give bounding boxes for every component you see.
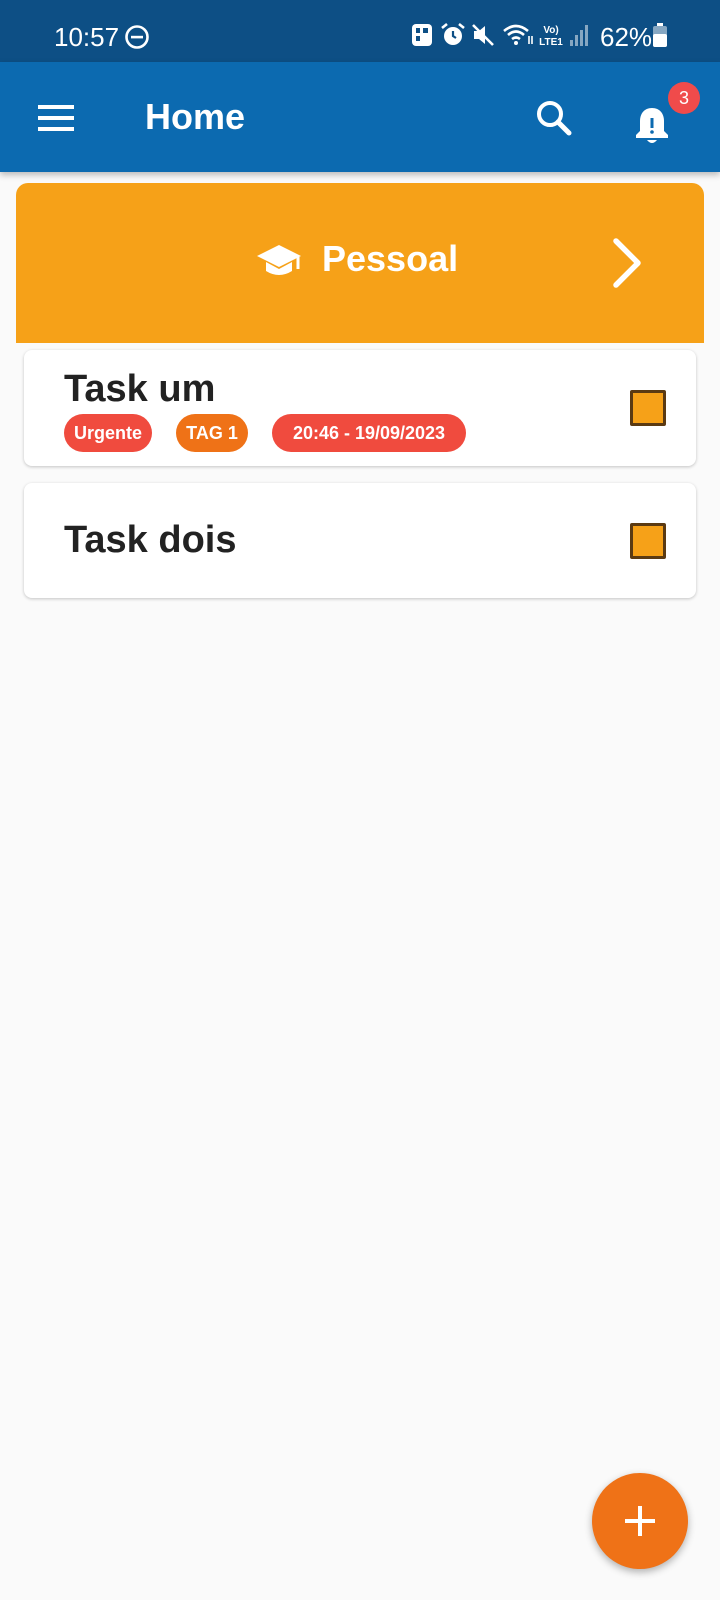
chevron-right-icon[interactable] bbox=[604, 235, 652, 291]
app-bar: Home 3 bbox=[0, 62, 720, 172]
add-task-button[interactable] bbox=[592, 1473, 688, 1569]
photo-app-icon bbox=[412, 24, 432, 46]
menu-icon bbox=[38, 105, 74, 131]
task-checkbox[interactable] bbox=[630, 390, 666, 426]
graduation-cap-icon bbox=[257, 245, 301, 275]
svg-text:Vo): Vo) bbox=[543, 25, 558, 36]
search-icon bbox=[537, 101, 572, 136]
task-card[interactable]: Task dois bbox=[24, 483, 696, 598]
category-banner[interactable]: Pessoal bbox=[16, 183, 704, 343]
status-time: 10:57 bbox=[54, 22, 120, 52]
do-not-disturb-icon bbox=[125, 25, 149, 49]
battery-icon bbox=[653, 23, 667, 47]
wifi-icon bbox=[503, 24, 533, 45]
task-title: Task um bbox=[64, 368, 216, 410]
plus-icon bbox=[625, 1506, 655, 1536]
mute-icon bbox=[472, 24, 494, 46]
tag-chip-tag1: TAG 1 bbox=[176, 414, 248, 452]
status-bar: 10:57 Vo) LTE1 62% bbox=[0, 0, 720, 62]
signal-icon bbox=[570, 25, 588, 46]
task-card[interactable]: Task um Urgente TAG 1 20:46 - 19/09/2023 bbox=[24, 350, 696, 466]
task-title: Task dois bbox=[64, 519, 237, 561]
category-label: Pessoal bbox=[322, 238, 459, 279]
due-date-chip: 20:46 - 19/09/2023 bbox=[272, 414, 466, 452]
battery-percent: 62% bbox=[600, 22, 653, 52]
tag-chip-urgente: Urgente bbox=[64, 414, 152, 452]
task-checkbox[interactable] bbox=[630, 523, 666, 559]
svg-text:LTE1: LTE1 bbox=[539, 37, 563, 48]
menu-button[interactable] bbox=[28, 90, 84, 146]
volte-icon: Vo) LTE1 bbox=[539, 25, 563, 48]
search-button[interactable] bbox=[526, 90, 582, 146]
notification-badge: 3 bbox=[668, 82, 700, 114]
page-title: Home bbox=[145, 96, 246, 137]
screen: 10:57 Vo) LTE1 62% Home 3 Pessoal Task u… bbox=[0, 0, 720, 1600]
alarm-icon bbox=[441, 22, 465, 45]
